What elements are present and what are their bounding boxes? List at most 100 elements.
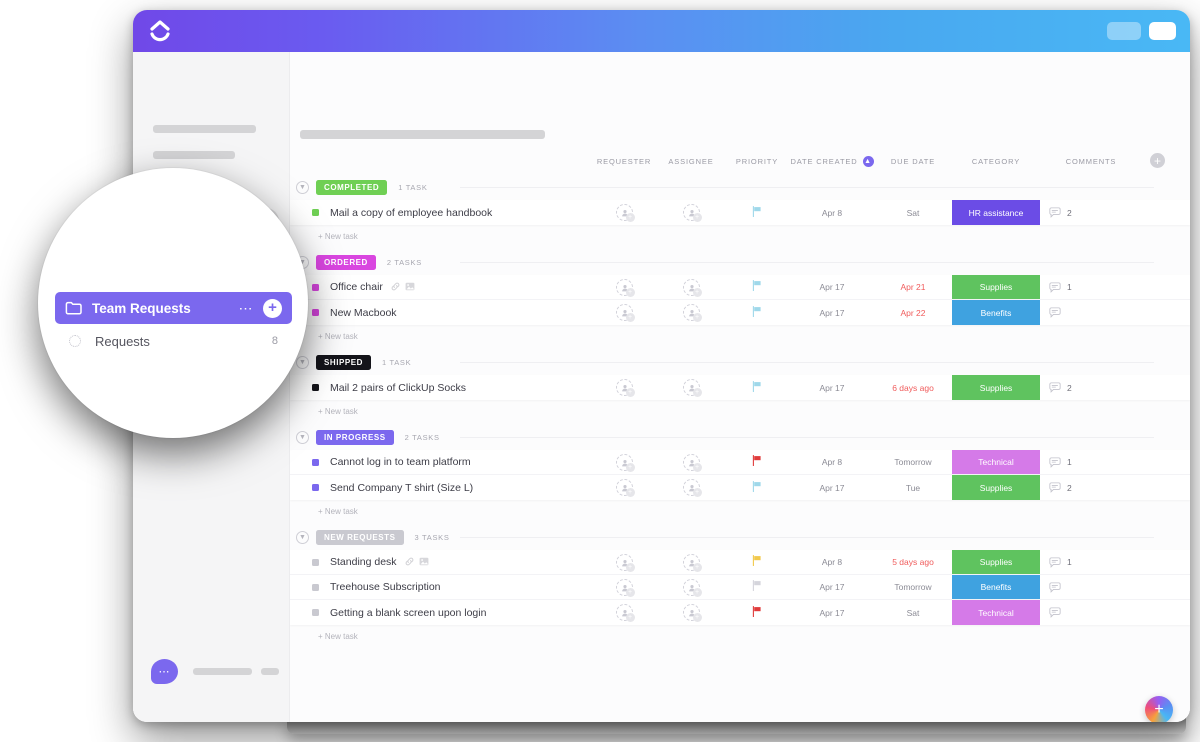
priority-cell[interactable] [724, 600, 790, 625]
priority-cell[interactable] [724, 475, 790, 500]
add-assignee-icon[interactable]: + [615, 278, 635, 297]
priority-cell[interactable] [724, 200, 790, 225]
comment-group[interactable] [1049, 607, 1061, 618]
add-assignee-icon[interactable]: + [682, 578, 702, 597]
assignee-cell[interactable]: + [657, 475, 725, 500]
comment-group[interactable]: 1 [1049, 456, 1072, 468]
status-badge[interactable]: SHIPPED [316, 354, 371, 370]
add-assignee-icon[interactable]: + [615, 479, 635, 497]
column-header-date-created[interactable]: DATE CREATED ▲ [784, 148, 880, 174]
comment-group[interactable] [1049, 581, 1061, 593]
requester-cell[interactable]: + [590, 450, 658, 474]
task-name-cell[interactable]: New Macbook [312, 300, 602, 325]
table-row[interactable]: Standing desk + + Apr 8 5 days ago Supplies 1 [290, 550, 1190, 575]
comment-group[interactable] [1049, 307, 1061, 318]
add-assignee-icon[interactable]: + [615, 604, 635, 622]
add-assignee-icon[interactable]: + [615, 304, 635, 322]
chevron-down-icon[interactable]: ▼ [296, 530, 309, 544]
new-task-button[interactable]: + New task [290, 325, 1190, 347]
task-name-cell[interactable]: Treehouse Subscription [312, 575, 602, 599]
task-name-cell[interactable]: Cannot log in to team platform [312, 450, 602, 474]
table-row[interactable]: Getting a blank screen upon login + + Apr 1… [290, 600, 1190, 625]
column-header-requester[interactable]: REQUESTER [590, 148, 658, 174]
assignee-cell[interactable]: + [657, 275, 725, 299]
category-cell[interactable]: Technical [952, 600, 1040, 625]
task-group-header[interactable]: ▼ COMPLETED 1 TASK [290, 174, 1190, 200]
comment-group[interactable]: 2 [1049, 382, 1072, 393]
column-header-comments[interactable]: COMMENTS [1045, 148, 1137, 174]
comment-group[interactable]: 1 [1049, 556, 1072, 568]
comments-cell[interactable]: 1 [1045, 275, 1155, 299]
requester-cell[interactable]: + [590, 275, 658, 299]
topbar-control-light[interactable] [1149, 22, 1176, 40]
task-name-cell[interactable]: Standing desk [312, 550, 602, 574]
requester-cell[interactable]: + [590, 550, 658, 574]
requester-cell[interactable]: + [590, 200, 658, 225]
due-date-cell[interactable]: Sat [874, 600, 952, 625]
task-name-cell[interactable]: Getting a blank screen upon login [312, 600, 602, 625]
add-assignee-icon[interactable]: + [615, 204, 635, 222]
new-task-button[interactable]: + New task [290, 625, 1190, 647]
date-created-cell[interactable]: Apr 8 [790, 550, 874, 574]
priority-cell[interactable] [724, 450, 790, 474]
category-cell[interactable]: Supplies [952, 475, 1040, 500]
due-date-cell[interactable]: Tue [874, 475, 952, 500]
table-row[interactable]: Cannot log in to team platform + + Apr 8 Tom… [290, 450, 1190, 475]
add-assignee-icon[interactable]: + [682, 379, 702, 397]
sidebar-folder-team-requests[interactable]: Team Requests ⋯ + [55, 292, 292, 324]
priority-flag-icon[interactable] [752, 555, 762, 569]
date-created-cell[interactable]: Apr 17 [790, 275, 874, 299]
add-assignee-icon[interactable]: + [682, 604, 702, 622]
new-task-button[interactable]: + New task [290, 400, 1190, 422]
add-column-icon[interactable]: + [1150, 153, 1165, 168]
add-assignee-icon[interactable]: + [682, 204, 702, 222]
add-assignee-icon[interactable]: + [615, 553, 635, 572]
category-cell[interactable]: Benefits [952, 300, 1040, 325]
priority-flag-icon[interactable] [752, 380, 762, 395]
column-header-priority[interactable]: PRIORITY [724, 148, 790, 174]
add-assignee-icon[interactable]: + [682, 553, 702, 572]
date-created-cell[interactable]: Apr 8 [790, 450, 874, 474]
priority-flag-icon[interactable] [752, 305, 762, 320]
task-group-header[interactable]: ▼ SHIPPED 1 TASK [290, 349, 1190, 375]
date-created-cell[interactable]: Apr 17 [790, 600, 874, 625]
task-group-header[interactable]: ▼ IN PROGRESS 2 TASKS [290, 424, 1190, 450]
category-cell[interactable]: Supplies [952, 275, 1040, 299]
new-task-button[interactable]: + New task [290, 500, 1190, 522]
due-date-cell[interactable]: 6 days ago [874, 375, 952, 400]
priority-flag-icon[interactable] [752, 455, 762, 469]
priority-cell[interactable] [724, 375, 790, 400]
table-row[interactable]: Treehouse Subscription + + Apr 17 Tomorrow Be… [290, 575, 1190, 600]
assignee-cell[interactable]: + [657, 300, 725, 325]
add-assignee-icon[interactable]: + [615, 453, 635, 472]
clickup-logo-icon[interactable] [147, 18, 173, 44]
comments-cell[interactable] [1045, 300, 1155, 325]
sidebar-list-requests[interactable]: Requests 8 [55, 328, 292, 354]
status-badge[interactable]: COMPLETED [316, 179, 388, 195]
column-header-due-date[interactable]: DUE DATE [874, 148, 952, 174]
comments-cell[interactable]: 1 [1045, 450, 1155, 474]
assignee-cell[interactable]: + [657, 600, 725, 625]
topbar-control-muted[interactable] [1107, 22, 1141, 40]
chevron-down-icon[interactable]: ▼ [296, 180, 309, 194]
due-date-cell[interactable]: Apr 22 [874, 300, 952, 325]
chevron-down-icon[interactable]: ▼ [296, 355, 309, 369]
priority-flag-icon[interactable] [752, 580, 762, 594]
task-group-header[interactable]: ▼ NEW REQUESTS 3 TASKS [290, 524, 1190, 550]
table-row[interactable]: New Macbook + + Apr 17 Apr 22 Benefits [290, 300, 1190, 325]
priority-flag-icon[interactable] [752, 280, 762, 294]
requester-cell[interactable]: + [590, 475, 658, 500]
category-cell[interactable]: HR assistance [952, 200, 1040, 225]
comment-group[interactable]: 1 [1049, 281, 1072, 293]
ellipsis-icon[interactable]: ⋯ [239, 301, 255, 315]
table-row[interactable]: Mail 2 pairs of ClickUp Socks + + Apr 17 6 d… [290, 375, 1190, 400]
due-date-cell[interactable]: 5 days ago [874, 550, 952, 574]
comments-cell[interactable] [1045, 600, 1155, 625]
table-row[interactable]: Mail a copy of employee handbook + + Apr 8 S… [290, 200, 1190, 225]
task-name-cell[interactable]: Mail 2 pairs of ClickUp Socks [312, 375, 602, 400]
comment-group[interactable]: 2 [1049, 482, 1072, 493]
add-assignee-icon[interactable]: + [615, 578, 635, 597]
task-name-cell[interactable]: Mail a copy of employee handbook [312, 200, 602, 225]
due-date-cell[interactable]: Tomorrow [874, 450, 952, 474]
priority-cell[interactable] [724, 550, 790, 574]
